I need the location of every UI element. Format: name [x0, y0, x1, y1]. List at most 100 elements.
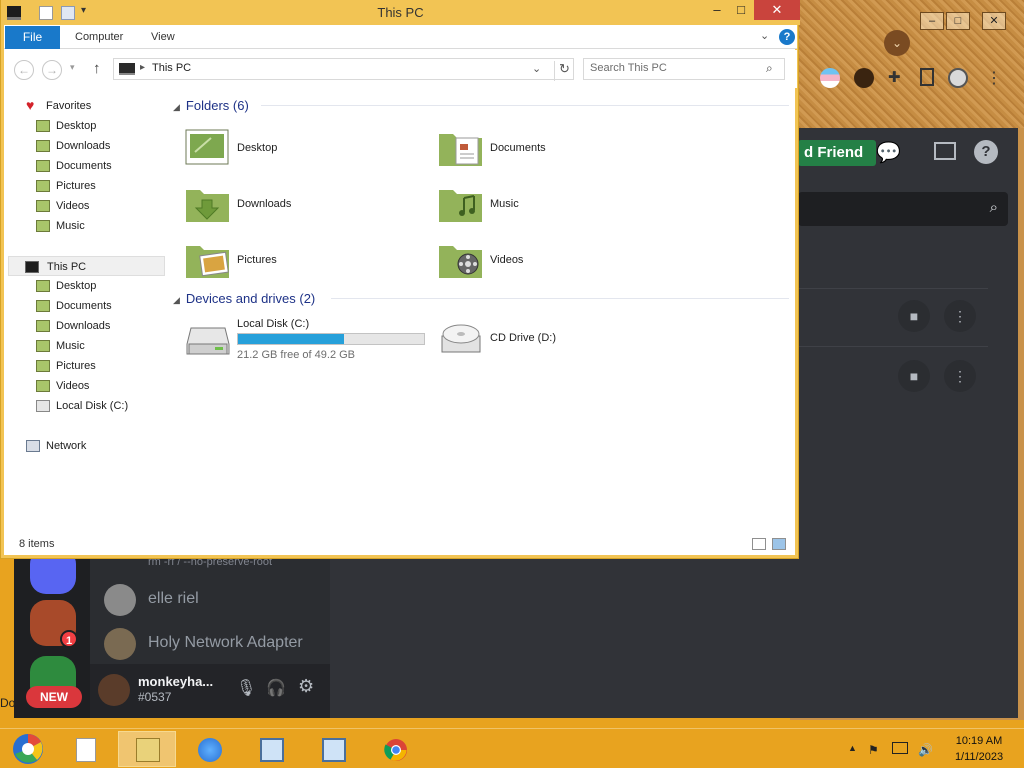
system-clock[interactable]: 10:19 AM 1/11/2023 — [946, 733, 1012, 765]
nav-favorites[interactable]: ♥ Favorites — [22, 96, 179, 116]
window-title: This PC — [377, 5, 424, 20]
downloads-icon — [36, 140, 50, 152]
more-options-button[interactable]: ⋮ — [944, 360, 976, 392]
address-bar[interactable]: ▸ This PC ⌄ ↻ — [113, 58, 574, 81]
taskbar-remote-desktop-button[interactable] — [242, 731, 300, 767]
user-settings-gear-icon[interactable]: ⚙ — [298, 676, 314, 697]
nav-network[interactable]: Network — [22, 436, 179, 456]
drive-item-local-disk[interactable]: Local Disk (C:) 21.2 GB free of 49.2 GB — [185, 318, 435, 362]
browser-minimize-button[interactable]: – — [920, 12, 944, 30]
folder-item-videos[interactable]: Videos — [438, 240, 688, 290]
headphones-icon[interactable]: 🎧 — [266, 678, 286, 698]
tab-view[interactable]: View — [151, 31, 175, 43]
favorites-heart-icon: ♥ — [26, 97, 35, 113]
file-explorer-window: ▾ This PC – □ ✕ File Computer View ⌄ ? ←… — [0, 0, 800, 559]
extension-flag-icon[interactable] — [820, 68, 840, 88]
details-view-icon[interactable] — [752, 538, 766, 550]
tab-computer[interactable]: Computer — [75, 31, 123, 43]
breadcrumb-chevron-icon[interactable]: ▸ — [140, 62, 145, 73]
minimize-button[interactable]: – — [705, 0, 729, 20]
large-icons-view-icon[interactable] — [772, 538, 786, 550]
devices-group-header[interactable]: ◢ Devices and drives (2) — [173, 291, 315, 306]
profile-icon[interactable] — [948, 68, 968, 88]
taskbar-notepad-button[interactable] — [58, 731, 116, 767]
side-panel-icon[interactable] — [920, 68, 934, 86]
taskbar-chrome-button[interactable] — [366, 731, 424, 767]
network-status-icon[interactable] — [892, 742, 908, 754]
documents-icon — [36, 300, 50, 312]
nav-label: Network — [46, 440, 87, 452]
nav-item-local-disk[interactable]: Local Disk (C:) — [32, 396, 189, 416]
dm-list-item[interactable]: Holy Network Adapter — [104, 624, 324, 664]
folder-icon — [136, 738, 160, 762]
nav-item-music[interactable]: Music — [32, 336, 189, 356]
message-button[interactable]: ■ — [898, 360, 930, 392]
folder-item-pictures[interactable]: Pictures — [185, 240, 435, 290]
maximize-button[interactable]: □ — [729, 0, 753, 20]
message-button[interactable]: ■ — [898, 300, 930, 332]
address-dropdown-icon[interactable]: ⌄ — [532, 62, 541, 75]
search-box[interactable]: ⌕ — [583, 58, 785, 80]
taskbar-network-app-button[interactable] — [180, 731, 238, 767]
nav-item-videos[interactable]: Videos — [32, 196, 189, 216]
help-icon[interactable]: ? — [779, 29, 795, 45]
tab-file[interactable]: File — [5, 26, 60, 49]
dm-list-item[interactable]: elle riel — [104, 580, 324, 620]
user-panel: monkeyha... #0537 🎙 🎧 ⚙ — [90, 664, 330, 718]
extensions-puzzle-icon[interactable]: ✚ — [888, 68, 901, 86]
browser-close-button[interactable]: ✕ — [982, 12, 1006, 30]
taskbar-file-explorer-button[interactable] — [118, 731, 176, 767]
browser-maximize-button[interactable]: □ — [946, 12, 970, 30]
folder-item-music[interactable]: Music — [438, 184, 688, 234]
nav-item-videos[interactable]: Videos — [32, 376, 189, 396]
nav-item-pictures[interactable]: Pictures — [32, 356, 189, 376]
close-button[interactable]: ✕ — [754, 0, 800, 20]
volume-icon[interactable]: 🔊 — [918, 743, 933, 757]
add-friend-button[interactable]: d Friend — [798, 140, 876, 166]
nav-label: Videos — [56, 200, 90, 212]
start-button[interactable] — [0, 731, 58, 767]
action-center-flag-icon[interactable]: ⚑ — [868, 743, 879, 757]
friends-divider — [798, 346, 988, 347]
expand-ribbon-chevron-down-icon[interactable]: ⌄ — [760, 29, 769, 42]
breadcrumb[interactable]: This PC — [152, 62, 191, 74]
recent-locations-chevron-icon[interactable]: ▾ — [70, 62, 75, 73]
nav-this-pc[interactable]: This PC — [8, 256, 165, 276]
browser-tab-search-icon[interactable]: ⌄ — [884, 30, 910, 56]
back-button[interactable]: ← — [14, 60, 34, 80]
help-icon[interactable]: ? — [974, 140, 998, 164]
folder-item-desktop[interactable]: Desktop — [185, 128, 435, 178]
nav-item-documents[interactable]: Documents — [32, 156, 189, 176]
nav-item-desktop[interactable]: Desktop — [32, 276, 189, 296]
folders-group-header[interactable]: ◢ Folders (6) — [173, 98, 249, 113]
server-list: 1 NEW — [14, 548, 90, 718]
nav-item-documents[interactable]: Documents — [32, 296, 189, 316]
more-options-button[interactable]: ⋮ — [944, 300, 976, 332]
nav-item-desktop[interactable]: Desktop — [32, 116, 189, 136]
browser-menu-icon[interactable]: ⋮ — [986, 68, 1002, 88]
nav-item-music[interactable]: Music — [32, 216, 189, 236]
up-button[interactable]: ↑ — [93, 60, 101, 77]
mute-mic-icon[interactable]: 🎙 — [236, 678, 256, 698]
taskbar-remote-desktop-button-2[interactable] — [304, 731, 362, 767]
group-divider — [331, 298, 789, 299]
new-group-dm-icon[interactable]: 💬 — [876, 140, 901, 165]
nav-item-downloads[interactable]: Downloads — [32, 136, 189, 156]
friends-search-input[interactable]: ⌕ — [798, 192, 1008, 226]
nav-item-pictures[interactable]: Pictures — [32, 176, 189, 196]
inbox-icon[interactable] — [934, 142, 956, 160]
drive-item-cd-drive[interactable]: CD Drive (D:) — [438, 318, 688, 362]
nav-label: Downloads — [56, 320, 111, 332]
nav-item-downloads[interactable]: Downloads — [32, 316, 189, 336]
show-hidden-icons-chevron-icon[interactable]: ▲ — [848, 743, 857, 753]
search-input[interactable] — [590, 62, 760, 74]
refresh-button[interactable]: ↻ — [554, 61, 570, 81]
folder-item-downloads[interactable]: Downloads — [185, 184, 435, 234]
documents-folder-icon — [439, 134, 482, 166]
folder-item-documents[interactable]: Documents — [438, 128, 688, 178]
notification-badge: 1 — [60, 630, 78, 648]
forward-button[interactable]: → — [42, 60, 62, 80]
extension-avatar-icon[interactable] — [854, 68, 874, 88]
search-icon[interactable]: ⌕ — [766, 61, 773, 76]
user-avatar[interactable] — [98, 674, 130, 706]
